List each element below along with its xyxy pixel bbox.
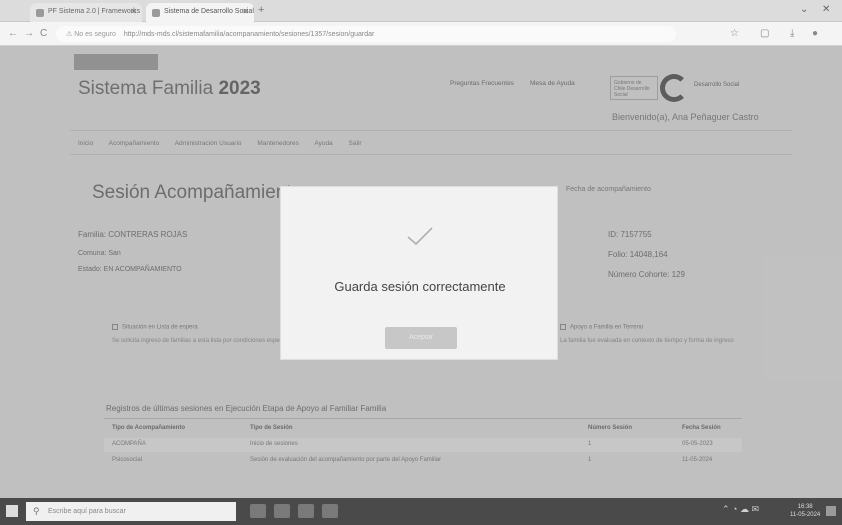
browser-app-icon[interactable] <box>274 504 290 518</box>
checkmark-icon <box>407 227 433 246</box>
tab-favicon <box>36 9 44 17</box>
success-dialog: Guarda sesión correctamente Aceptar <box>280 186 558 360</box>
forward-arrow-icon[interactable]: → <box>24 28 34 39</box>
tab-sistema-desarrollo[interactable]: Sistema de Desarrollo Social ✕ <box>146 3 254 22</box>
task-view-icon[interactable] <box>250 504 266 518</box>
url-text: http://mds-mds.cl/sistemafamilia/acompan… <box>123 31 375 38</box>
url-field[interactable]: ⚠ No es seguro http://mds-mds.cl/sistema… <box>56 26 676 42</box>
file-explorer-icon[interactable] <box>298 504 314 518</box>
system-tray-icons[interactable]: ⌃ ◔ ☁ ✉ <box>722 504 759 515</box>
browser-tab-bar: PF Sistema 2.0 | Frameworks ✕ Sistema de… <box>0 0 842 22</box>
tab-label: PF Sistema 2.0 | Frameworks <box>48 8 141 15</box>
close-tab-icon[interactable]: ✕ <box>130 7 137 16</box>
accept-button[interactable]: Aceptar <box>385 327 457 349</box>
star-icon[interactable]: ☆ <box>730 28 739 39</box>
search-icon: ⚲ <box>33 506 40 516</box>
profile-icon[interactable]: ● <box>812 28 818 39</box>
download-icon[interactable]: ⤓ <box>790 28 794 39</box>
taskbar-search-input[interactable]: ⚲ Escribe aquí para buscar <box>26 502 236 521</box>
notifications-icon[interactable] <box>826 506 836 516</box>
minimize-icon[interactable]: ⌄ <box>800 4 808 15</box>
address-bar-row: ← → C ⚠ No es seguro http://mds-mds.cl/s… <box>0 22 842 46</box>
tab-label: Sistema de Desarrollo Social <box>164 8 254 15</box>
mail-app-icon[interactable] <box>322 504 338 518</box>
taskbar-clock[interactable]: 16:38 11-05-2024 <box>790 503 820 519</box>
back-arrow-icon[interactable]: ← <box>8 28 18 39</box>
close-tab-icon[interactable]: ✕ <box>242 7 249 16</box>
new-tab-button[interactable]: + <box>258 4 264 16</box>
windows-taskbar: ⚲ Escribe aquí para buscar ⌃ ◔ ☁ ✉ 16:38… <box>0 498 842 525</box>
reload-icon[interactable]: C <box>40 28 47 39</box>
extensions-icon[interactable]: ▢ <box>760 28 769 39</box>
not-secure-label: ⚠ No es seguro <box>66 31 116 38</box>
close-window-icon[interactable]: ✕ <box>822 4 830 15</box>
tab-favicon <box>152 9 160 17</box>
dialog-message: Guarda sesión correctamente <box>334 279 506 294</box>
windows-start-icon[interactable] <box>6 505 18 517</box>
tab-pf-sistema[interactable]: PF Sistema 2.0 | Frameworks ✕ <box>30 3 142 22</box>
